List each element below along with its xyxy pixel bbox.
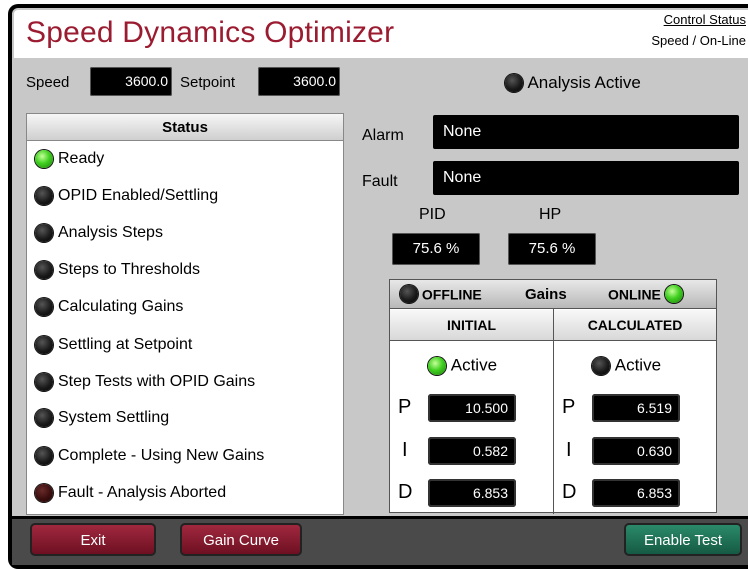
analysis-led-icon <box>505 74 523 92</box>
status-panel: Status Ready OPID Enabled/Settling Analy… <box>26 113 344 515</box>
control-status-value: Speed / On-Line <box>651 33 746 48</box>
alarm-label: Alarm <box>362 127 404 144</box>
status-item-calculating-gains: Calculating Gains <box>35 298 183 316</box>
fault-label: Fault <box>362 173 398 190</box>
calculated-i-label: I <box>566 439 572 461</box>
initial-d-value: 6.853 <box>428 479 516 507</box>
gains-header: OFFLINE Gains ONLINE <box>390 280 716 309</box>
status-item-fault-aborted: Fault - Analysis Aborted <box>35 484 226 502</box>
analysis-indicator: Analysis Active <box>505 73 641 93</box>
online-led-icon <box>664 285 683 304</box>
status-item-steps-to-thresholds: Steps to Thresholds <box>35 261 200 279</box>
control-status-link[interactable]: Control Status <box>664 12 746 27</box>
led-icon <box>35 298 53 316</box>
status-item-opid-enabled: OPID Enabled/Settling <box>35 187 218 205</box>
pid-label: PID <box>419 206 446 223</box>
calculated-i-value: 0.630 <box>592 437 680 465</box>
status-item-system-settling: System Settling <box>35 409 169 427</box>
initial-i-value: 0.582 <box>428 437 516 465</box>
led-icon <box>35 261 53 279</box>
calculated-d-value: 6.853 <box>592 479 680 507</box>
status-item-step-tests: Step Tests with OPID Gains <box>35 373 255 391</box>
setpoint-value: 3600.0 <box>258 67 340 96</box>
alarm-field: None <box>433 115 739 149</box>
status-item-ready: Ready <box>35 150 104 168</box>
calculated-active: Active <box>592 355 661 376</box>
status-header: Status <box>27 114 343 141</box>
led-icon <box>35 447 53 465</box>
led-icon <box>35 336 53 354</box>
pid-value: 75.6 % <box>392 233 480 265</box>
status-item-settling-setpoint: Settling at Setpoint <box>35 336 192 354</box>
calculated-p-label: P <box>562 396 576 418</box>
online-toggle[interactable]: ONLINE <box>608 285 683 304</box>
initial-i-label: I <box>402 439 408 461</box>
offline-toggle[interactable]: OFFLINE <box>400 285 482 304</box>
speed-value: 3600.0 <box>90 67 172 96</box>
analysis-label: Analysis Active <box>527 73 641 92</box>
led-icon <box>35 224 53 242</box>
initial-header: INITIAL <box>390 310 553 341</box>
initial-p-label: P <box>398 396 412 418</box>
calculated-active-led-icon <box>592 356 610 375</box>
enable-test-button[interactable]: Enable Test <box>624 523 742 556</box>
fault-field: None <box>433 161 739 195</box>
exit-button[interactable]: Exit <box>30 523 156 556</box>
led-icon <box>35 187 53 205</box>
gains-panel: OFFLINE Gains ONLINE INITIAL CALCULATED … <box>389 279 717 514</box>
status-item-analysis-steps: Analysis Steps <box>35 224 163 242</box>
initial-active-led-icon <box>428 356 446 375</box>
column-divider <box>553 309 554 514</box>
gain-curve-button[interactable]: Gain Curve <box>180 523 302 556</box>
calculated-header: CALCULATED <box>554 310 716 341</box>
led-icon <box>35 484 53 502</box>
hp-value: 75.6 % <box>508 233 596 265</box>
speed-label: Speed <box>26 74 70 91</box>
calculated-p-value: 6.519 <box>592 394 680 422</box>
calculated-d-label: D <box>562 481 577 503</box>
led-icon <box>35 150 53 168</box>
offline-led-icon <box>400 285 418 304</box>
initial-d-label: D <box>398 481 413 503</box>
title-bar: Speed Dynamics Optimizer Control Status … <box>14 10 748 58</box>
led-icon <box>35 373 53 391</box>
app-title: Speed Dynamics Optimizer <box>26 16 395 49</box>
status-item-complete: Complete - Using New Gains <box>35 447 264 465</box>
setpoint-label: Setpoint <box>180 74 236 91</box>
gains-title: Gains <box>525 286 567 303</box>
initial-p-value: 10.500 <box>428 394 516 422</box>
led-icon <box>35 409 53 427</box>
initial-active: Active <box>428 355 497 376</box>
hp-label: HP <box>539 206 562 223</box>
